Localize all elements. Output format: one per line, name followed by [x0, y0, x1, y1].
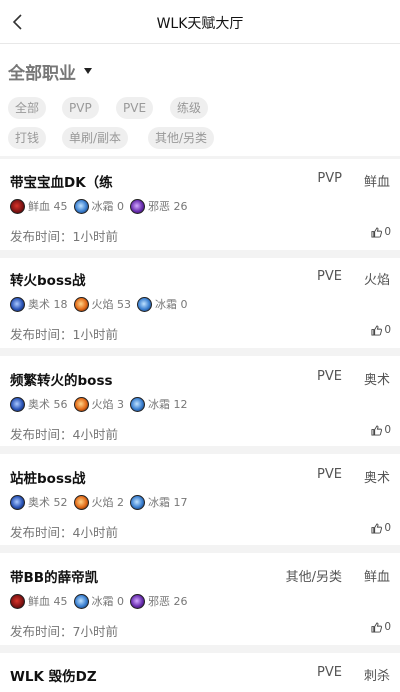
chip-gold[interactable]: 打钱: [8, 127, 47, 149]
card-mode-tag: PVE: [317, 269, 342, 284]
spec-item: 邪恶 26: [130, 198, 188, 214]
frost-icon: [73, 593, 89, 609]
spec-points: 鲜血 45 冰霜 0 邪恶 26: [10, 593, 194, 609]
card-title: 频繁转火的boss: [10, 373, 113, 389]
spec-points: 奥术 18 火焰 53 冰霜 0: [10, 296, 194, 312]
chip-all[interactable]: 全部: [8, 97, 47, 119]
card-title: 带宝宝血DK（练: [10, 175, 113, 191]
card-title: 站桩boss战: [10, 471, 86, 487]
card-spec-tag: 鲜血: [363, 570, 390, 585]
card-spec-tag: 奥术: [363, 373, 390, 388]
card-mode-tag: PVP: [317, 171, 342, 186]
publish-time: 发布时间：4小时前: [10, 525, 118, 540]
talent-card[interactable]: 带BB的薛帝凯 其他/另类 鲜血 鲜血 45 冰霜 0 邪恶 26 发布时间：7…: [0, 566, 400, 645]
like-button[interactable]: 0: [371, 226, 391, 238]
caret-down-icon: [84, 68, 92, 74]
spec-item: 鲜血 45: [10, 198, 68, 214]
card-title: 带BB的薛帝凯: [10, 570, 99, 586]
arcane-icon: [10, 494, 25, 510]
page-title: WLK天赋大厅: [156, 16, 244, 32]
fire-icon: [73, 396, 89, 412]
talent-card[interactable]: 频繁转火的boss PVE 奥术 奥术 56 火焰 3 冰霜 12 发布时间：4…: [0, 369, 400, 446]
spec-item: 冰霜 0: [73, 198, 124, 214]
fire-icon: [73, 296, 89, 312]
like-count: 0: [384, 324, 391, 336]
card-spec-tag: 刺杀: [363, 669, 390, 684]
like-button[interactable]: 0: [371, 621, 391, 633]
chip-other[interactable]: 其他/另类: [148, 127, 215, 149]
card-mode-tag: PVE: [317, 467, 342, 482]
blood-icon: [10, 198, 25, 214]
chip-solo-dungeon[interactable]: 单刷/副本: [62, 127, 129, 149]
publish-time: 发布时间：4小时前: [10, 427, 118, 442]
card-spec-tag: 鲜血: [363, 175, 390, 190]
divider: [0, 156, 400, 159]
chip-leveling[interactable]: 练级: [170, 97, 209, 119]
frost-icon: [73, 198, 89, 214]
arcane-icon: [10, 296, 25, 312]
like-button[interactable]: 0: [371, 424, 391, 436]
spec-item: 冰霜 0: [73, 593, 124, 609]
publish-time: 发布时间：1小时前: [10, 327, 118, 342]
spec-item: 奥术 52: [10, 494, 68, 510]
spec-item: 火焰 3: [73, 396, 124, 412]
spec-points: 奥术 56 火焰 3 冰霜 12: [10, 396, 194, 412]
talent-card[interactable]: 带宝宝血DK（练 PVP 鲜血 鲜血 45 冰霜 0 邪恶 26 发布时间：1小…: [0, 171, 400, 250]
divider: [0, 348, 400, 356]
talent-card[interactable]: 站桩boss战 PVE 奥术 奥术 52 火焰 2 冰霜 17 发布时间：4小时…: [0, 467, 400, 545]
card-spec-tag: 奥术: [363, 471, 390, 486]
like-button[interactable]: 0: [371, 324, 391, 336]
publish-time: 发布时间：1小时前: [10, 229, 118, 244]
card-title: WLK 毁伤DZ: [10, 669, 97, 685]
spec-item: 奥术 56: [10, 396, 68, 412]
frost-icon: [130, 494, 145, 510]
spec-points: 奥术 52 火焰 2 冰霜 17: [10, 494, 194, 510]
spec-item: 邪恶 26: [130, 593, 188, 609]
chip-pve[interactable]: PVE: [116, 97, 154, 119]
divider: [0, 645, 400, 653]
like-count: 0: [384, 621, 391, 633]
spec-item: 冰霜 17: [130, 494, 188, 510]
spec-item: 冰霜 12: [130, 396, 188, 412]
spec-points: 鲜血 45 冰霜 0 邪恶 26: [10, 198, 194, 214]
talent-card[interactable]: WLK 毁伤DZ PVE 刺杀: [0, 665, 400, 692]
frost-icon: [137, 296, 152, 312]
spec-item: 冰霜 0: [137, 296, 188, 312]
spec-item: 鲜血 45: [10, 593, 68, 609]
thumbs-up-icon: [371, 522, 383, 534]
divider: [0, 446, 400, 454]
card-mode-tag: PVE: [317, 665, 342, 680]
unholy-icon: [130, 198, 145, 214]
like-count: 0: [384, 226, 391, 238]
card-mode-tag: 其他/另类: [285, 570, 342, 585]
unholy-icon: [130, 593, 145, 609]
arcane-icon: [10, 396, 25, 412]
thumbs-up-icon: [371, 226, 383, 238]
blood-icon: [10, 593, 25, 609]
like-count: 0: [384, 522, 391, 534]
divider: [0, 250, 400, 258]
frost-icon: [130, 396, 145, 412]
nav-bar: WLK天赋大厅: [0, 0, 400, 44]
spec-item: 奥术 18: [10, 296, 68, 312]
thumbs-up-icon: [371, 424, 383, 436]
thumbs-up-icon: [371, 324, 383, 336]
card-mode-tag: PVE: [317, 369, 342, 384]
thumbs-up-icon: [371, 621, 383, 633]
spec-item: 火焰 2: [73, 494, 124, 510]
card-title: 转火boss战: [10, 273, 86, 289]
talent-card[interactable]: 转火boss战 PVE 火焰 奥术 18 火焰 53 冰霜 0 发布时间：1小时…: [0, 269, 400, 348]
fire-icon: [73, 494, 89, 510]
class-filter-dropdown[interactable]: 全部职业: [8, 58, 92, 84]
publish-time: 发布时间：7小时前: [10, 624, 118, 639]
class-filter-label: 全部职业: [8, 63, 76, 84]
like-button[interactable]: 0: [371, 522, 391, 534]
like-count: 0: [384, 424, 391, 436]
divider: [0, 545, 400, 553]
chip-pvp[interactable]: PVP: [62, 97, 99, 119]
card-spec-tag: 火焰: [363, 273, 390, 288]
spec-item: 火焰 53: [73, 296, 131, 312]
